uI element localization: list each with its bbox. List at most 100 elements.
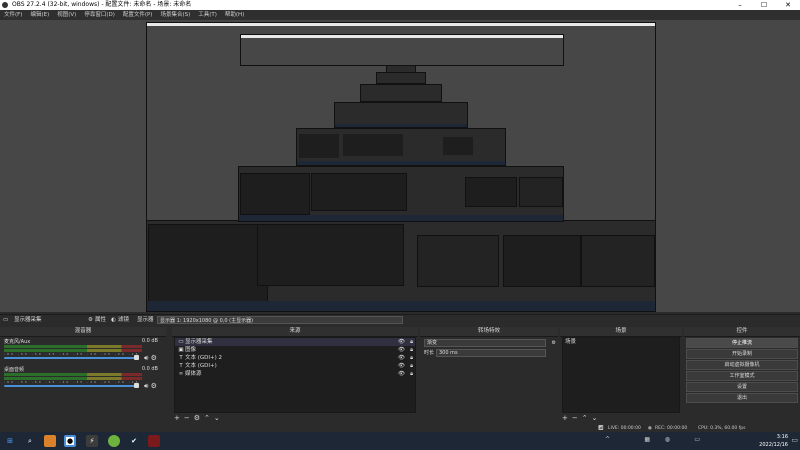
rec-indicator-icon: ●: [648, 426, 652, 431]
clock-date: 2022/12/16: [759, 442, 788, 448]
meter-scale: -60 -55 -50 -45 -40 -35 -30 -25 -20 -15 …: [4, 352, 142, 355]
add-scene-button[interactable]: +: [562, 414, 568, 423]
speaker-icon[interactable]: 🔊︎ ⚙: [144, 354, 157, 363]
menu-scene-collection[interactable]: 场景集合(S): [156, 10, 194, 20]
duration-label: 时长: [424, 350, 435, 356]
scene-item[interactable]: 场景: [563, 338, 679, 346]
scenes-panel: 场景 场景 + − ⌃ ⌄: [560, 327, 682, 425]
move-up-button[interactable]: ⌃: [582, 414, 588, 423]
file-explorer-icon[interactable]: [44, 435, 56, 447]
volume-icon[interactable]: ◍: [665, 436, 670, 443]
transitions-title: 转场特效: [420, 327, 558, 337]
eye-icon[interactable]: 👁︎: [398, 370, 405, 378]
notification-icon[interactable]: ▭: [791, 436, 798, 444]
lock-icon[interactable]: 🔒︎: [410, 370, 413, 378]
tray-arrow-icon[interactable]: ^: [605, 436, 610, 443]
app-icon[interactable]: [108, 435, 120, 447]
app-icon[interactable]: [148, 435, 160, 447]
recursive-capture-level-2: [146, 220, 656, 312]
obs-app-icon: [2, 2, 8, 8]
text-icon: T: [179, 355, 183, 361]
add-source-button[interactable]: +: [174, 414, 180, 423]
rec-time: REC: 00:00:00: [655, 426, 688, 431]
search-icon[interactable]: ⌕: [24, 435, 36, 447]
source-properties-button[interactable]: ⚙: [194, 414, 200, 423]
menu-help[interactable]: 帮助(H): [221, 10, 248, 20]
source-item[interactable]: T 文本 (GDI+) 2 👁︎ 🔒︎: [175, 354, 415, 362]
maximize-button[interactable]: ☐: [752, 0, 776, 10]
display-select[interactable]: 显示器 1: 1920x1080 @ 0,0 (主显示器): [157, 316, 403, 324]
live-time: LIVE: 00:00:00: [608, 426, 641, 431]
system-clock[interactable]: 3:16 2022/12/16: [759, 433, 788, 449]
recursive-capture-level-9: [240, 34, 564, 66]
text-icon: T: [179, 363, 183, 369]
lock-icon[interactable]: 🔒︎: [410, 354, 413, 362]
eye-icon[interactable]: 👁︎: [398, 346, 405, 354]
source-toolbar: ▭ 显示器采集 ⚙ 属性 ◐ 滤镜 显示器 显示器 1: 1920x1080 @…: [0, 314, 800, 326]
display-label: 显示器: [137, 317, 154, 323]
menu-view[interactable]: 视图(V): [53, 10, 80, 20]
window-title-bar: OBS 27.2.4 (32-bit, windows) - 配置文件: 未命名…: [0, 0, 800, 10]
eye-icon[interactable]: 👁︎: [398, 338, 405, 346]
controls-panel: 控件 停止推流 开始录制 启动虚拟摄像机 工作室模式 设置 退出: [684, 327, 800, 425]
obs-taskbar-icon[interactable]: ●: [64, 435, 76, 447]
mixer-channel-desktop: 桌面音频 0.0 dB -60 -55 -50 -45 -40 -35 -30 …: [2, 365, 164, 393]
volume-slider[interactable]: [4, 357, 139, 359]
volume-slider[interactable]: [4, 385, 139, 387]
menu-profile[interactable]: 配置文件(P): [119, 10, 157, 20]
channel-db: 0.0 dB: [141, 366, 158, 372]
window-title: OBS 27.2.4 (32-bit, windows) - 配置文件: 未命名…: [12, 1, 192, 8]
properties-button[interactable]: 属性: [95, 316, 106, 325]
minimize-button[interactable]: –: [728, 0, 752, 10]
stop-streaming-button[interactable]: 停止推流: [686, 338, 798, 348]
filter-icon[interactable]: ◐: [111, 316, 116, 325]
steam-icon[interactable]: ✔: [128, 435, 140, 447]
studio-mode-button[interactable]: 工作室模式: [686, 371, 798, 381]
media-icon: ∞: [178, 371, 184, 377]
start-recording-button[interactable]: 开始录制: [686, 349, 798, 359]
image-icon: ▣: [178, 347, 184, 353]
channel-name: 麦克风/Aux: [4, 339, 31, 345]
eye-icon[interactable]: 👁︎: [398, 354, 405, 362]
move-down-button[interactable]: ⌄: [592, 414, 598, 423]
remove-scene-button[interactable]: −: [572, 414, 578, 423]
volume-slider-handle[interactable]: [134, 383, 139, 388]
transition-type-select[interactable]: 渐变: [424, 339, 546, 347]
gear-icon[interactable]: ⚙: [88, 316, 93, 325]
windows-start-icon[interactable]: ⊞: [4, 435, 16, 447]
preview-canvas[interactable]: [0, 20, 800, 312]
audio-mixer-title: 混音器: [0, 327, 166, 337]
battery-icon[interactable]: ▭: [694, 436, 700, 443]
app-icon[interactable]: ⚡: [86, 435, 98, 447]
exit-button[interactable]: 退出: [686, 393, 798, 403]
close-button[interactable]: ✕: [776, 0, 800, 10]
network-icon[interactable]: ▦: [644, 436, 650, 443]
settings-button[interactable]: 设置: [686, 382, 798, 392]
remove-source-button[interactable]: −: [184, 414, 190, 423]
menu-edit[interactable]: 编辑(E): [26, 10, 53, 20]
virtual-camera-button[interactable]: 启动虚拟摄像机: [686, 360, 798, 370]
move-up-button[interactable]: ⌃: [204, 414, 210, 423]
source-item[interactable]: ∞ 媒体源 👁︎ 🔒︎: [175, 370, 415, 378]
source-item[interactable]: ▭显示器采集 👁︎ 🔒︎: [175, 338, 415, 346]
menu-file[interactable]: 文件(F): [0, 10, 26, 20]
duration-input[interactable]: 300 ms: [436, 349, 546, 357]
lock-icon[interactable]: 🔒︎: [410, 338, 413, 346]
menu-tools[interactable]: 工具(T): [194, 10, 221, 20]
recursive-capture-level-5: [334, 102, 468, 128]
lock-icon[interactable]: 🔒︎: [410, 362, 413, 370]
menu-docks[interactable]: 停靠窗口(D): [80, 10, 119, 20]
speaker-icon[interactable]: 🔊︎ ⚙: [144, 382, 157, 391]
move-down-button[interactable]: ⌄: [214, 414, 220, 423]
lock-icon[interactable]: 🔒︎: [410, 346, 413, 354]
source-item[interactable]: ▣图像 👁︎ 🔒︎: [175, 346, 415, 354]
gear-icon[interactable]: ⚙: [552, 339, 556, 348]
sources-panel: 来源 ▭显示器采集 👁︎ 🔒︎ ▣图像 👁︎ 🔒︎ T 文本 (GDI+) 2 👁︎ 🔒︎ T…: [172, 327, 418, 425]
source-item[interactable]: T 文本 (GDI+) 👁︎ 🔒︎: [175, 362, 415, 370]
recursive-capture-level-6: [360, 84, 442, 102]
volume-meter: [4, 373, 142, 376]
volume-slider-handle[interactable]: [134, 355, 139, 360]
scenes-title: 场景: [560, 327, 682, 337]
eye-icon[interactable]: 👁︎: [398, 362, 405, 370]
filters-button[interactable]: 滤镜: [118, 316, 129, 325]
